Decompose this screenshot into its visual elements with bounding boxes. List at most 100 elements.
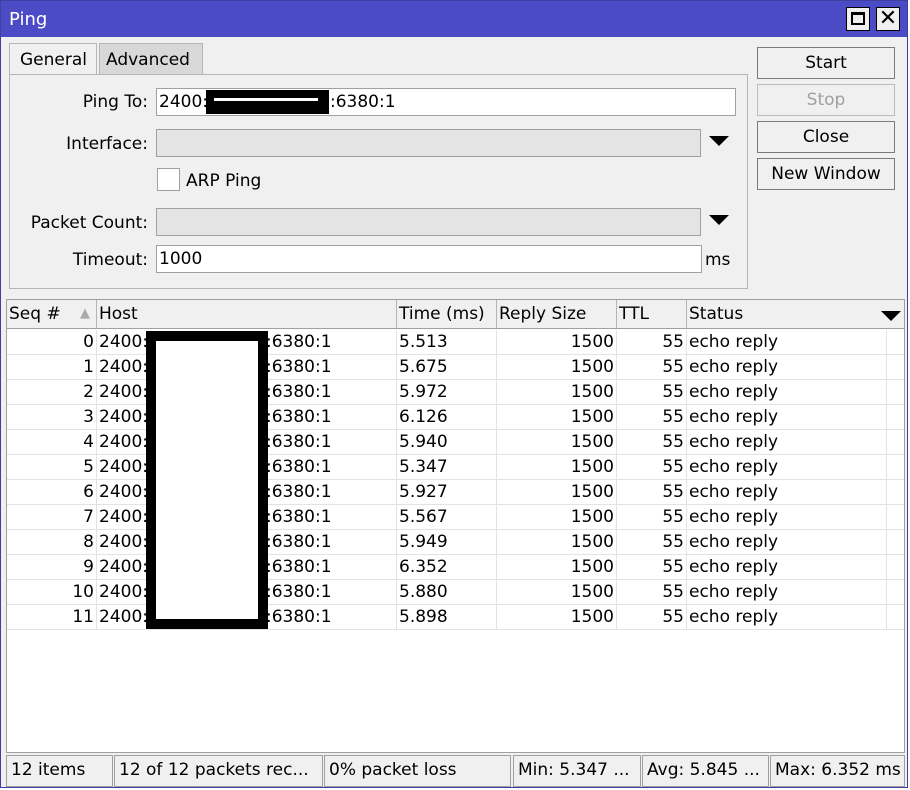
- cell-ttl: 55: [617, 330, 687, 354]
- new-window-button[interactable]: New Window: [757, 158, 895, 190]
- host-prefix: 2400:: [99, 432, 148, 452]
- cell-status: echo reply: [687, 605, 887, 629]
- host-suffix: :6380:1: [266, 582, 332, 602]
- close-window-button[interactable]: ✕: [876, 6, 900, 31]
- interface-select[interactable]: [156, 129, 701, 157]
- cell-seq: 9: [7, 555, 97, 579]
- cell-size: 1500: [497, 505, 617, 529]
- host-prefix: 2400:: [99, 457, 148, 477]
- tab-advanced[interactable]: Advanced: [99, 43, 203, 75]
- cell-ttl: 55: [617, 530, 687, 554]
- table-row[interactable]: 5 2400::6380:1 5.347 1500 55 echo reply: [7, 455, 904, 480]
- cell-seq: 8: [7, 530, 97, 554]
- stop-button[interactable]: Stop: [757, 84, 895, 116]
- cell-ttl: 55: [617, 405, 687, 429]
- packet-count-dropdown-icon[interactable]: [709, 215, 729, 225]
- host-suffix: :6380:1: [266, 457, 332, 477]
- col-host[interactable]: Host: [97, 300, 397, 328]
- cell-size: 1500: [497, 355, 617, 379]
- status-min: Min: 5.347 ...: [513, 755, 641, 787]
- cell-time: 5.940: [397, 430, 497, 454]
- cell-size: 1500: [497, 555, 617, 579]
- table-header: Seq # ▲ Host Time (ms) Reply Size TTL Sta…: [7, 300, 904, 329]
- host-prefix: 2400:: [99, 357, 148, 377]
- host-prefix: 2400:: [99, 482, 148, 502]
- table-row[interactable]: 0 2400::6380:1 5.513 1500 55 echo reply: [7, 330, 904, 355]
- timeout-unit: ms: [705, 250, 731, 270]
- cell-ttl: 55: [617, 555, 687, 579]
- cell-seq: 6: [7, 480, 97, 504]
- tab-general[interactable]: General: [9, 43, 97, 75]
- table-row[interactable]: 3 2400::6380:1 6.126 1500 55 echo reply: [7, 405, 904, 430]
- results-table[interactable]: Seq # ▲ Host Time (ms) Reply Size TTL Sta…: [6, 299, 905, 753]
- title-bar[interactable]: Ping ✕: [1, 1, 907, 37]
- col-ttl[interactable]: TTL: [617, 300, 687, 328]
- maximize-icon: [851, 12, 865, 25]
- table-row[interactable]: 6 2400::6380:1 5.927 1500 55 echo reply: [7, 480, 904, 505]
- host-suffix: :6380:1: [266, 507, 332, 527]
- host-suffix: :6380:1: [266, 607, 332, 627]
- cell-time: 5.347: [397, 455, 497, 479]
- cell-ttl: 55: [617, 455, 687, 479]
- cell-size: 1500: [497, 430, 617, 454]
- arp-ping-checkbox[interactable]: [157, 168, 180, 191]
- table-row[interactable]: 2 2400::6380:1 5.972 1500 55 echo reply: [7, 380, 904, 405]
- timeout-input[interactable]: 1000: [156, 245, 702, 273]
- cell-status: echo reply: [687, 405, 887, 429]
- col-seq[interactable]: Seq # ▲: [7, 300, 97, 328]
- host-prefix: 2400:: [99, 582, 148, 602]
- host-suffix: :6380:1: [266, 532, 332, 552]
- cell-status: echo reply: [687, 580, 887, 604]
- timeout-label: Timeout:: [72, 250, 148, 270]
- col-time[interactable]: Time (ms): [397, 300, 497, 328]
- host-prefix: 2400:: [99, 507, 148, 527]
- cell-size: 1500: [497, 580, 617, 604]
- cell-size: 1500: [497, 405, 617, 429]
- cell-status: echo reply: [687, 555, 887, 579]
- cell-seq: 4: [7, 430, 97, 454]
- cell-ttl: 55: [617, 355, 687, 379]
- cell-time: 5.949: [397, 530, 497, 554]
- cell-status: echo reply: [687, 380, 887, 404]
- col-status[interactable]: Status: [687, 300, 877, 328]
- col-reply-size[interactable]: Reply Size: [497, 300, 617, 328]
- cell-size: 1500: [497, 605, 617, 629]
- maximize-button[interactable]: [846, 7, 870, 31]
- cell-ttl: 55: [617, 430, 687, 454]
- ping-to-suffix: :6380:1: [330, 92, 396, 112]
- packet-count-input[interactable]: [156, 208, 701, 236]
- cell-time: 6.126: [397, 405, 497, 429]
- status-items: 12 items: [6, 755, 113, 787]
- cell-status: echo reply: [687, 505, 887, 529]
- packet-count-label: Packet Count:: [30, 213, 148, 233]
- table-row[interactable]: 1 2400::6380:1 5.675 1500 55 echo reply: [7, 355, 904, 380]
- host-suffix: :6380:1: [266, 407, 332, 427]
- close-button[interactable]: Close: [757, 121, 895, 153]
- table-row[interactable]: 10 2400::6380:1 5.880 1500 55 echo reply: [7, 580, 904, 605]
- arp-ping-label: ARP Ping: [186, 171, 262, 191]
- column-menu-icon[interactable]: [881, 311, 901, 321]
- redaction-block: [146, 331, 268, 629]
- cell-size: 1500: [497, 530, 617, 554]
- cell-size: 1500: [497, 480, 617, 504]
- cell-ttl: 55: [617, 505, 687, 529]
- cell-status: echo reply: [687, 455, 887, 479]
- ping-to-prefix: 2400:: [159, 92, 208, 112]
- table-row[interactable]: 4 2400::6380:1 5.940 1500 55 echo reply: [7, 430, 904, 455]
- table-row[interactable]: 9 2400::6380:1 6.352 1500 55 echo reply: [7, 555, 904, 580]
- table-row[interactable]: 8 2400::6380:1 5.949 1500 55 echo reply: [7, 530, 904, 555]
- host-suffix: :6380:1: [266, 432, 332, 452]
- table-row[interactable]: 11 2400::6380:1 5.898 1500 55 echo reply: [7, 605, 904, 630]
- table-row[interactable]: 7 2400::6380:1 5.567 1500 55 echo reply: [7, 505, 904, 530]
- window-title: Ping: [9, 9, 48, 30]
- cell-time: 5.898: [397, 605, 497, 629]
- host-suffix: :6380:1: [266, 357, 332, 377]
- interface-dropdown-icon[interactable]: [709, 136, 729, 146]
- cell-seq: 1: [7, 355, 97, 379]
- cell-ttl: 55: [617, 605, 687, 629]
- sort-ascending-icon: ▲: [80, 306, 90, 321]
- start-button[interactable]: Start: [757, 47, 895, 79]
- cell-seq: 11: [7, 605, 97, 629]
- cell-time: 5.675: [397, 355, 497, 379]
- cell-seq: 3: [7, 405, 97, 429]
